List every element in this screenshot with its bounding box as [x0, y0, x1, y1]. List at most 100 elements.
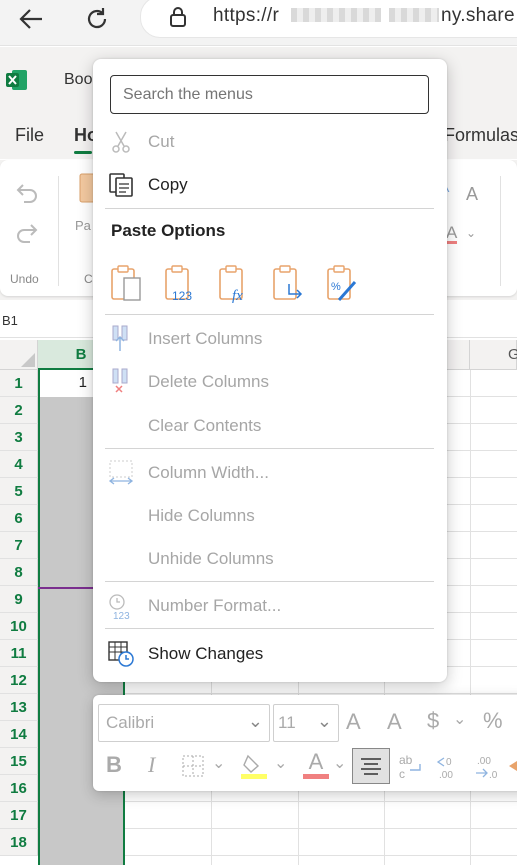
group-divider — [58, 176, 59, 286]
show-changes-icon — [107, 640, 135, 668]
menu-label-hide-columns: Hide Columns — [148, 506, 255, 525]
bold-button[interactable]: B — [106, 752, 122, 778]
row-header[interactable]: 13 — [0, 694, 38, 721]
chevron-down-icon[interactable]: ⌄ — [333, 753, 346, 773]
font-size-value: 11 — [278, 713, 296, 732]
url-redaction — [389, 8, 439, 22]
chevron-down-icon[interactable]: ⌄ — [466, 226, 476, 240]
back-arrow-icon — [19, 9, 42, 29]
paste-formulas-icon[interactable]: fx — [217, 264, 253, 304]
decrease-font-icon[interactable]: A — [466, 184, 478, 205]
row-header[interactable]: 3 — [0, 424, 38, 451]
row-header[interactable]: 18 — [0, 829, 38, 856]
chevron-down-icon[interactable]: ⌄ — [453, 709, 466, 729]
delete-columns-icon — [107, 368, 135, 396]
menu-item-cut[interactable]: Cut — [93, 122, 447, 162]
fill-color-icon[interactable] — [240, 752, 268, 780]
menu-search-input[interactable] — [110, 75, 429, 114]
menu-divider — [105, 448, 434, 449]
tab-formulas[interactable]: Formulas — [444, 125, 517, 146]
document-title[interactable]: Boo — [64, 71, 92, 89]
svg-text:c: c — [399, 767, 405, 780]
gridline — [125, 828, 517, 829]
svg-text:.0: .0 — [489, 770, 498, 780]
column-width-icon — [107, 459, 135, 487]
row-header[interactable]: 14 — [0, 721, 38, 748]
undo-icon[interactable] — [14, 182, 40, 206]
menu-item-clear-contents[interactable]: Clear Contents — [93, 406, 447, 446]
menu-item-column-width[interactable]: Column Width... — [93, 453, 447, 493]
increase-font-size-button[interactable]: A — [346, 709, 361, 735]
svg-text:123: 123 — [172, 289, 192, 303]
currency-button[interactable]: $ — [427, 708, 439, 734]
row-header[interactable]: 5 — [0, 478, 38, 505]
row-header[interactable]: 16 — [0, 775, 38, 802]
menu-item-show-changes[interactable]: Show Changes — [93, 634, 447, 674]
address-bar[interactable]: https://r ny.share — [140, 0, 517, 38]
back-button[interactable] — [13, 4, 49, 34]
row-header[interactable]: 10 — [0, 613, 38, 640]
menu-divider — [105, 208, 434, 209]
font-name-select[interactable]: Calibri ⌄ — [98, 704, 270, 742]
font-size-select[interactable]: 11 ⌄ — [273, 704, 339, 742]
paste-values-icon[interactable]: 123 — [163, 264, 199, 304]
browser-toolbar: https://r ny.share — [0, 0, 517, 46]
paste-ribbon-label[interactable]: Pa — [75, 218, 91, 233]
align-center-button[interactable] — [352, 748, 390, 784]
menu-item-delete-columns[interactable]: Delete Columns — [93, 362, 447, 402]
excel-logo-icon[interactable] — [6, 69, 28, 91]
menu-label-copy: Copy — [148, 175, 188, 194]
menu-label-column-width: Column Width... — [148, 463, 269, 482]
font-color-button[interactable]: A — [303, 750, 329, 779]
percent-button[interactable]: % — [483, 708, 503, 734]
select-all-corner[interactable] — [0, 340, 38, 370]
increase-decimal-icon[interactable]: 0.00 — [435, 752, 463, 780]
gridline — [125, 855, 517, 856]
row-header[interactable]: 15 — [0, 748, 38, 775]
more-options-icon[interactable] — [507, 757, 517, 773]
menu-item-unhide-columns[interactable]: Unhide Columns — [93, 539, 447, 579]
paste-icon[interactable] — [109, 264, 145, 304]
row-header[interactable]: 7 — [0, 532, 38, 559]
menu-item-hide-columns[interactable]: Hide Columns — [93, 496, 447, 536]
menu-item-copy[interactable]: Copy — [93, 165, 447, 205]
wrap-text-icon[interactable]: abc — [398, 752, 424, 780]
row-header[interactable]: 8 — [0, 559, 38, 586]
align-center-icon — [361, 758, 381, 775]
svg-text:ab: ab — [399, 753, 413, 767]
decrease-decimal-icon[interactable]: .00.0 — [473, 752, 501, 780]
mini-toolbar: Calibri ⌄ 11 ⌄ A A $ ⌄ % B I ⌄ ⌄ A ⌄ ab c… — [93, 695, 517, 791]
italic-button[interactable]: I — [148, 752, 155, 778]
chevron-down-icon[interactable]: ⌄ — [274, 753, 287, 773]
row-header[interactable]: 12 — [0, 667, 38, 694]
collaborator-cursor — [38, 587, 98, 589]
font-color-icon[interactable]: A — [446, 224, 458, 244]
paste-link-icon[interactable] — [271, 264, 307, 304]
insert-columns-icon — [107, 325, 135, 353]
redo-icon[interactable] — [14, 222, 40, 246]
row-header[interactable]: 9 — [0, 586, 38, 613]
row-header[interactable]: 17 — [0, 802, 38, 829]
svg-text:fx: fx — [232, 288, 243, 304]
svg-text:.00: .00 — [439, 770, 453, 780]
chevron-down-icon: ⌄ — [247, 711, 263, 731]
menu-item-number-format[interactable]: 123 Number Format... — [93, 586, 447, 626]
tab-file[interactable]: File — [15, 125, 44, 146]
decrease-font-size-button[interactable]: A — [387, 709, 402, 735]
svg-text:123: 123 — [113, 611, 130, 620]
chevron-down-icon[interactable]: ⌄ — [212, 753, 225, 773]
refresh-button[interactable] — [79, 4, 115, 34]
paste-formatting-icon[interactable]: % — [325, 264, 361, 304]
borders-icon[interactable] — [181, 754, 205, 778]
row-header[interactable]: 6 — [0, 505, 38, 532]
name-box[interactable]: B1 — [2, 313, 18, 328]
row-header[interactable]: 4 — [0, 451, 38, 478]
row-header[interactable]: 2 — [0, 397, 38, 424]
font-name-value: Calibri — [106, 713, 155, 732]
menu-label-cut: Cut — [148, 132, 175, 151]
column-header-g[interactable]: G — [470, 340, 517, 370]
url-text-end: ny.share — [441, 5, 515, 26]
row-header[interactable]: 1 — [0, 370, 38, 397]
menu-item-insert-columns[interactable]: Insert Columns — [93, 319, 447, 359]
row-header[interactable]: 11 — [0, 640, 38, 667]
